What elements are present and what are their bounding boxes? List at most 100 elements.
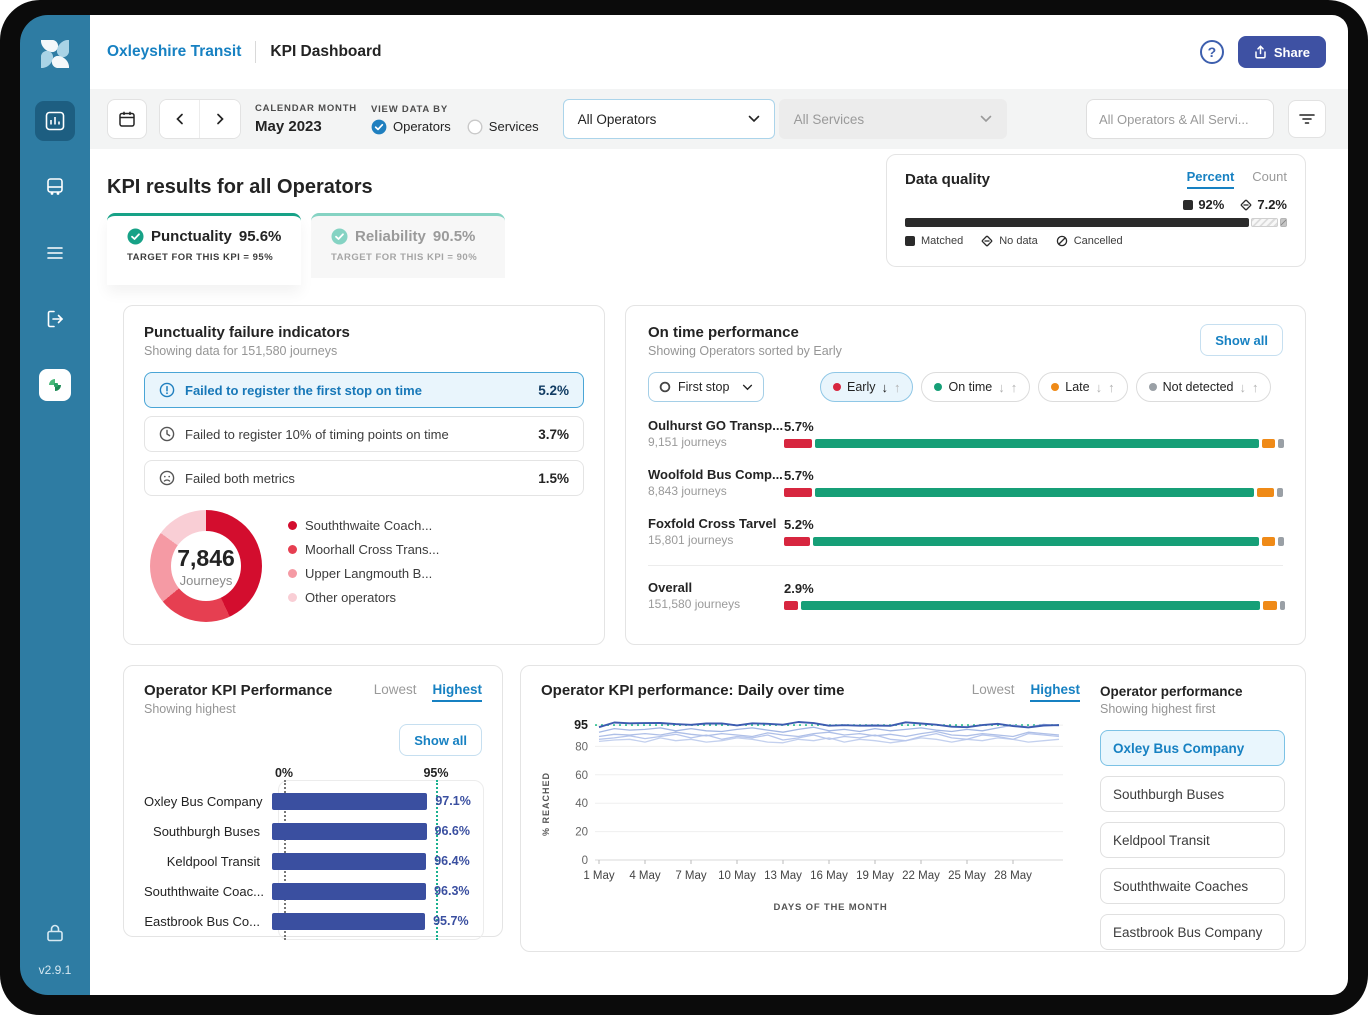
next-month-button[interactable] <box>200 100 240 138</box>
sort-descending-icon[interactable]: ↓ <box>1096 380 1103 395</box>
services-select[interactable]: All Services <box>779 99 1007 139</box>
sidebar-item-app[interactable] <box>35 365 75 405</box>
segment-late <box>1263 601 1277 610</box>
brand-name[interactable]: Oxleyshire Transit <box>107 43 241 61</box>
sort-descending-icon[interactable]: ↓ <box>881 380 888 395</box>
chip-label: Not detected <box>1163 380 1234 394</box>
filter-button[interactable] <box>1288 100 1326 138</box>
help-button[interactable]: ? <box>1200 40 1224 64</box>
data-quality-bar <box>905 218 1287 227</box>
operator-name: Foxfold Cross Tarvel <box>648 516 784 531</box>
sort-chip-not-detected[interactable]: Not detected ↓ ↑ <box>1136 372 1272 402</box>
sort-ascending-icon[interactable]: ↑ <box>1011 380 1018 395</box>
operator-list-item[interactable]: Keldpool Transit <box>1100 822 1285 858</box>
operators-select[interactable]: All Operators <box>563 99 775 139</box>
legend-matched: Matched <box>905 235 963 247</box>
sort-ascending-icon[interactable]: ↑ <box>1108 380 1115 395</box>
previous-month-button[interactable] <box>160 100 200 138</box>
show-all-button[interactable]: Show all <box>399 724 482 756</box>
y-tick-label: 60 <box>575 770 588 782</box>
sidebar-item-vehicles[interactable] <box>35 167 75 207</box>
failure-indicator-row[interactable]: Failed to register the first stop on tim… <box>144 372 584 408</box>
chevron-down-icon <box>980 115 992 123</box>
cancelled-segment <box>1280 218 1287 227</box>
sort-chip-late[interactable]: Late↓↑ <box>1038 372 1127 402</box>
bus-icon <box>44 176 66 198</box>
donut-legend-label: Moorhall Cross Trans... <box>305 542 439 557</box>
segment-on-time <box>801 601 1259 610</box>
failure-indicator-row[interactable]: Failed both metrics1.5% <box>144 460 584 496</box>
view-data-by-block: VIEW DATA BY Operators Services <box>371 104 539 135</box>
daily-panel-title: Operator KPI performance: Daily over tim… <box>541 682 844 699</box>
brand-logo-icon <box>38 37 72 71</box>
data-quality-card: Data quality Percent Count 92% <box>886 154 1306 267</box>
overall-journeys: 151,580 journeys <box>648 597 784 611</box>
radio-checked-icon <box>371 119 387 135</box>
y-tick-label: 40 <box>575 798 588 810</box>
toggle-lowest[interactable]: Lowest <box>972 682 1015 697</box>
failure-indicator-value: 1.5% <box>538 471 569 486</box>
show-all-button[interactable]: Show all <box>1200 324 1283 356</box>
radio-services[interactable]: Services <box>467 119 539 135</box>
calendar-button[interactable] <box>107 99 147 139</box>
segment-early <box>784 488 812 497</box>
no-data-segment <box>1251 218 1278 227</box>
x-tick-label: 13 May <box>764 870 802 882</box>
top-bar: Oxleyshire Transit KPI Dashboard ? Share <box>90 15 1348 89</box>
radio-operators[interactable]: Operators <box>371 119 451 135</box>
sort-chip-early[interactable]: Early↓↑ <box>820 372 913 402</box>
operator-list-item[interactable]: Eastbrook Bus Company <box>1100 914 1285 950</box>
share-button[interactable]: Share <box>1238 36 1326 68</box>
matched-square-icon <box>1183 200 1193 210</box>
bar-track: 97.1% <box>272 793 482 810</box>
data-quality-tab-percent[interactable]: Percent <box>1187 169 1235 189</box>
legend-cancelled: Cancelled <box>1056 235 1123 247</box>
app-version: v2.9.1 <box>39 963 72 977</box>
ontime-panel-title: On time performance <box>648 324 842 341</box>
sort-chip-on-time[interactable]: On time↓↑ <box>921 372 1030 402</box>
tab-reliability[interactable]: Reliability 90.5% TARGET FOR THIS KPI = … <box>311 213 505 278</box>
bar-value-label: 96.6% <box>435 824 470 838</box>
tab-value: 95.6% <box>239 228 282 245</box>
kpi-bar-row: Souththwaite Coac...96.3% <box>144 876 482 906</box>
early-percent-value: 5.7% <box>784 419 1283 434</box>
first-stop-select[interactable]: First stop <box>648 372 764 402</box>
operator-list-item[interactable]: Oxley Bus Company <box>1100 730 1285 766</box>
failure-indicator-row[interactable]: Failed to register 10% of timing points … <box>144 416 584 452</box>
operator-name: Oulhurst GO Transp... <box>648 418 784 433</box>
toggle-lowest[interactable]: Lowest <box>374 682 417 697</box>
sort-descending-icon[interactable]: ↓ <box>1239 380 1246 395</box>
filter-icon <box>1298 111 1316 127</box>
segment-late <box>1262 439 1275 448</box>
operator-journeys: 9,151 journeys <box>648 435 784 449</box>
operator-ontime-row: Oulhurst GO Transp... 9,151 journeys5.7% <box>648 418 1283 449</box>
sidebar-item-list[interactable] <box>35 233 75 273</box>
bars-panel-title: Operator KPI Performance <box>144 682 332 699</box>
bar-category-label: Oxley Bus Company <box>144 794 272 809</box>
x-tick-label: 16 May <box>810 870 848 882</box>
axis-zero-label: 0% <box>275 766 293 780</box>
toggle-highest[interactable]: Highest <box>432 682 482 702</box>
operator-list-item[interactable]: Souththwaite Coaches <box>1100 868 1285 904</box>
data-quality-tab-count[interactable]: Count <box>1252 169 1287 189</box>
services-select-value: All Services <box>794 112 865 127</box>
axis-target-label: 95% <box>423 766 448 780</box>
sidebar-item-logout[interactable] <box>35 299 75 339</box>
donut-legend-label: Upper Langmouth B... <box>305 566 432 581</box>
operator-list-item[interactable]: Southburgh Buses <box>1100 776 1285 812</box>
search-input[interactable] <box>1086 99 1274 139</box>
sort-ascending-icon[interactable]: ↑ <box>894 380 901 395</box>
sort-descending-icon[interactable]: ↓ <box>998 380 1005 395</box>
stop-circle-icon <box>659 381 671 393</box>
segment-not-detected <box>1280 601 1285 610</box>
overall-divider <box>648 565 1283 566</box>
view-data-by-label: VIEW DATA BY <box>371 104 539 115</box>
bar-track: 96.3% <box>272 883 482 900</box>
tab-punctuality[interactable]: Punctuality 95.6% TARGET FOR THIS KPI = … <box>107 213 301 285</box>
toggle-highest[interactable]: Highest <box>1030 682 1080 702</box>
x-tick-label: 1 May <box>583 870 615 882</box>
donut-legend-item: Souththwaite Coach... <box>288 518 439 533</box>
sort-ascending-icon[interactable]: ↑ <box>1252 380 1259 395</box>
sidebar-item-dashboard[interactable] <box>35 101 75 141</box>
legend-dot-icon <box>288 593 297 602</box>
